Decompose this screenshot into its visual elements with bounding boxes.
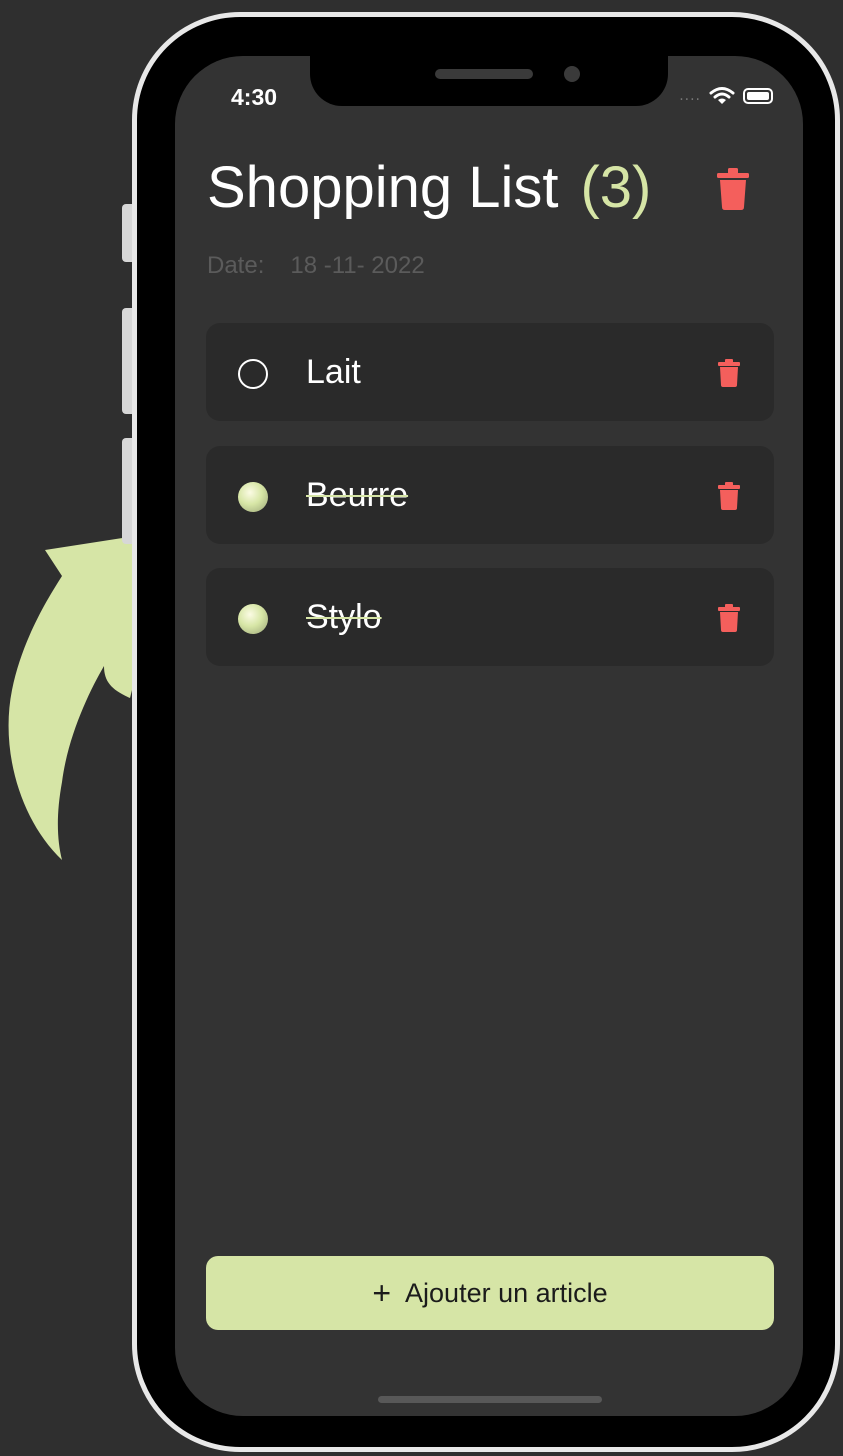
delete-item-trash-icon[interactable] (718, 359, 740, 387)
delete-item-trash-icon[interactable] (718, 482, 740, 510)
add-article-button[interactable]: + Ajouter un article (206, 1256, 774, 1330)
item-label: Stylo (306, 598, 382, 636)
item-count: (3) (580, 155, 652, 220)
app-screen: 4:30 .... Shopping List (3) Date: 18 -11-… (175, 56, 803, 1416)
wifi-icon (709, 87, 735, 104)
battery-icon (743, 88, 773, 104)
notch (310, 56, 668, 106)
delete-item-trash-icon[interactable] (718, 604, 740, 632)
plus-icon: + (372, 1275, 392, 1311)
date-row: Date: 18 -11- 2022 (207, 252, 425, 280)
item-label: Lait (306, 353, 361, 391)
front-camera (564, 66, 580, 82)
checked-circle-icon[interactable] (238, 604, 268, 634)
volume-down-button (122, 438, 132, 544)
checked-circle-icon[interactable] (238, 482, 268, 512)
volume-up-button (122, 308, 132, 414)
date-label: Date: (207, 252, 265, 279)
speaker-grille (435, 69, 533, 79)
date-value: 18 -11- 2022 (290, 252, 425, 279)
list-item[interactable]: Lait (206, 323, 774, 421)
status-icons: .... (679, 86, 773, 106)
home-indicator (378, 1396, 602, 1403)
page-title: Shopping List (207, 155, 559, 220)
title-row: Shopping List (3) (207, 154, 651, 221)
status-time: 4:30 (231, 84, 278, 110)
unchecked-circle-icon[interactable] (238, 359, 268, 389)
item-label: Beurre (306, 476, 409, 514)
signal-icon: .... (679, 88, 701, 104)
list-item[interactable]: Beurre (206, 446, 774, 544)
add-article-label: Ajouter un article (405, 1277, 608, 1308)
silent-switch (122, 204, 132, 262)
list-item[interactable]: Stylo (206, 568, 774, 666)
delete-all-trash-icon[interactable] (717, 168, 749, 210)
